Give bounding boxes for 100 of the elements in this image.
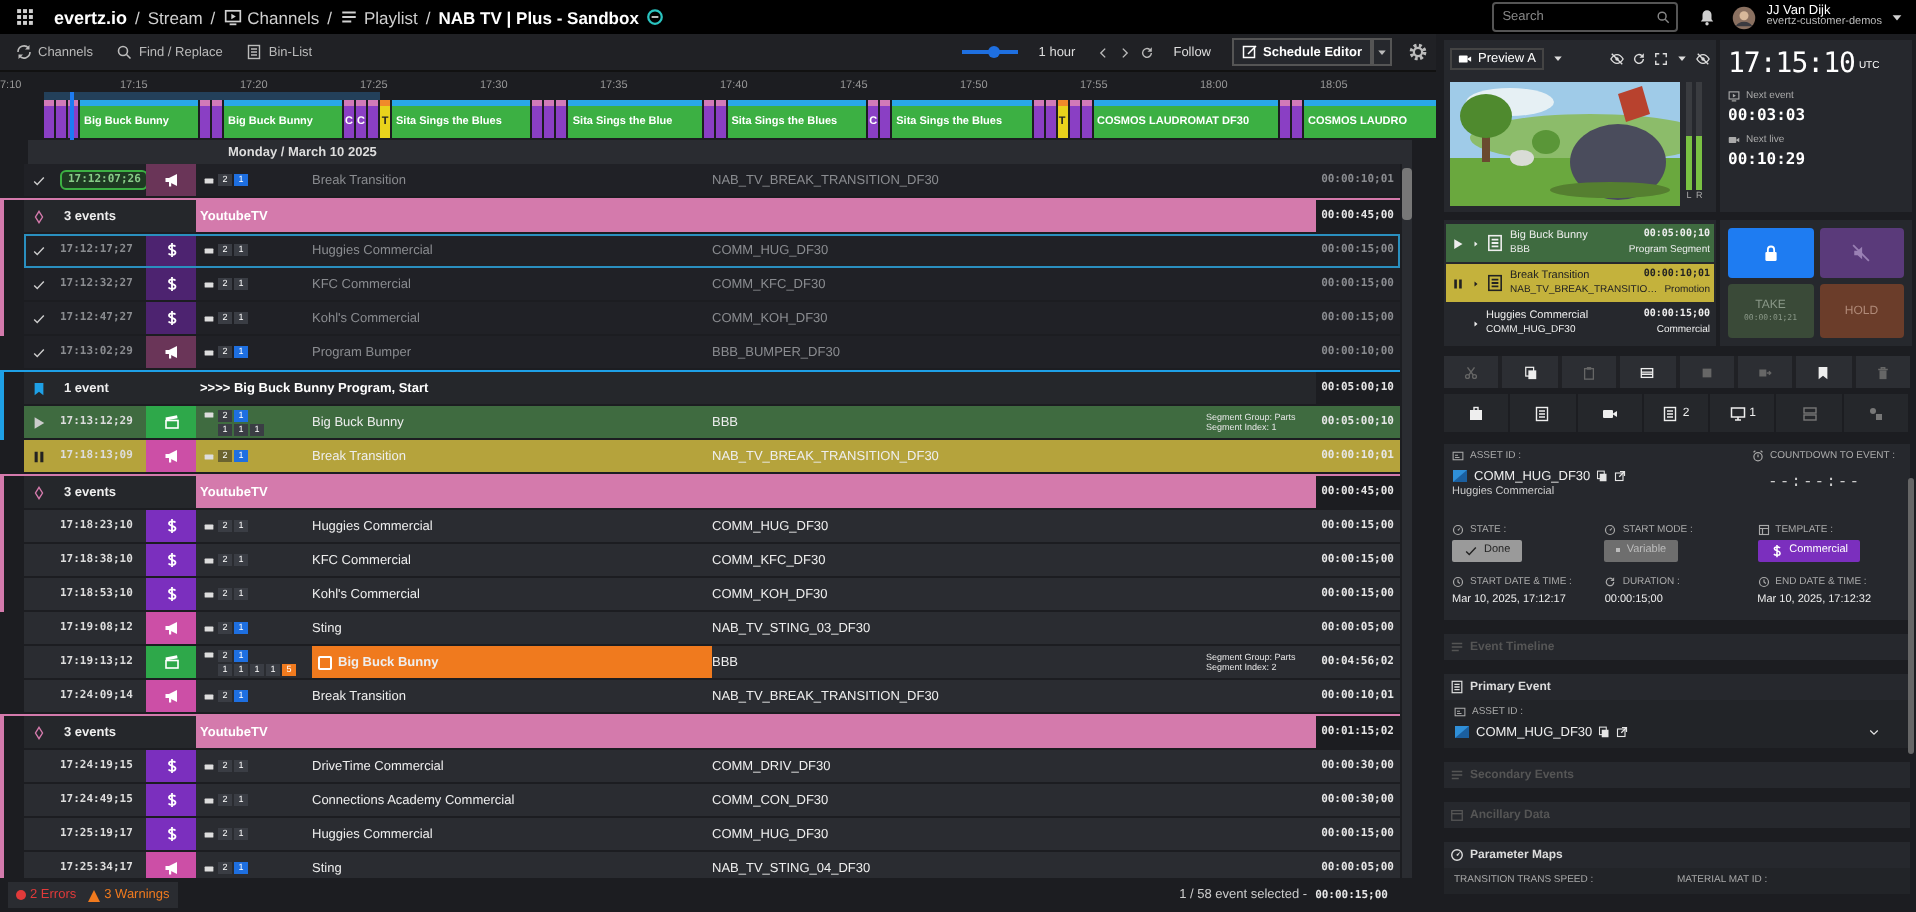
- monitor-icon: [1729, 405, 1746, 421]
- logo[interactable]: evertz.io: [54, 7, 128, 27]
- open-icon[interactable]: [1616, 726, 1629, 738]
- caret-icon[interactable]: [1551, 52, 1564, 64]
- field-icon: [1757, 575, 1770, 588]
- notification-icon[interactable]: [1698, 8, 1717, 26]
- dollar-icon: [163, 518, 179, 534]
- ad-block[interactable]: [1292, 100, 1303, 138]
- zoom-slider[interactable]: [962, 44, 1019, 60]
- breadcrumb-link[interactable]: Playlist: [339, 7, 418, 27]
- refresh-icon[interactable]: [1632, 51, 1646, 65]
- avatar-icon[interactable]: [1732, 5, 1757, 29]
- scissors-icon: [1464, 365, 1479, 379]
- ad-block[interactable]: [880, 100, 891, 138]
- fullscreen-icon[interactable]: [1654, 51, 1668, 65]
- megaphone-icon: [163, 860, 179, 876]
- document-icon: [246, 44, 263, 60]
- open-icon[interactable]: [1614, 470, 1627, 482]
- app-menu-icon[interactable]: [16, 8, 34, 26]
- check-icon: [31, 311, 45, 325]
- timer-icon: [1752, 450, 1764, 462]
- check-icon: [31, 277, 45, 291]
- check-icon: [31, 345, 45, 359]
- tv-icon: [223, 8, 242, 26]
- dollar-icon: [163, 552, 179, 568]
- field-icon: [1452, 575, 1464, 588]
- caption-icon: [202, 521, 216, 531]
- countdown-value: --:--:--: [1768, 472, 1864, 490]
- trash-icon: [1875, 365, 1890, 379]
- dollar-icon: [163, 586, 179, 602]
- scrollbar[interactable]: [1908, 478, 1914, 754]
- playlist-title: NAB TV | Plus - Sandbox: [438, 7, 639, 27]
- countdown-time: 00:03:03: [1728, 106, 1808, 124]
- dropdown-button[interactable]: [1372, 38, 1392, 66]
- caption-icon: [202, 623, 216, 633]
- ad-block[interactable]: [532, 100, 543, 138]
- briefcase-icon: [1468, 405, 1485, 421]
- breadcrumb-separator: /: [210, 7, 216, 27]
- hide-icon[interactable]: [1610, 51, 1624, 65]
- search-icon: [116, 44, 133, 60]
- caption-icon: [202, 795, 216, 805]
- document-icon: [1662, 405, 1679, 421]
- ad-block[interactable]: [556, 100, 567, 138]
- previous-icon[interactable]: [1095, 45, 1110, 59]
- megaphone-icon: [163, 448, 179, 464]
- sync-status-icon: [646, 8, 665, 26]
- scrollbar[interactable]: [1402, 164, 1412, 878]
- field-icon: [1452, 523, 1464, 535]
- check-icon: [1464, 543, 1478, 557]
- caret-icon[interactable]: [1890, 10, 1904, 24]
- tv-icon: [1728, 90, 1740, 102]
- dollar-icon: [1769, 543, 1784, 557]
- ad-block[interactable]: [703, 100, 714, 138]
- breadcrumb-link[interactable]: Channels: [223, 7, 320, 27]
- play-icon: [1452, 237, 1464, 249]
- ad-block[interactable]: [715, 100, 726, 138]
- caption-icon: [202, 451, 216, 461]
- sync-icon: [16, 44, 32, 60]
- next-icon[interactable]: [1117, 45, 1132, 59]
- audio-meter: [1696, 82, 1703, 190]
- caret-icon[interactable]: [1676, 52, 1688, 64]
- hide-icon[interactable]: [1696, 51, 1710, 65]
- list-icon: [339, 8, 358, 26]
- caption-icon: [202, 313, 216, 323]
- section-icon: [1450, 848, 1464, 862]
- breadcrumb-separator: /: [425, 7, 431, 27]
- media-icon: [1452, 468, 1468, 484]
- breadcrumb-separator: /: [327, 7, 332, 27]
- ad-block[interactable]: [1045, 100, 1056, 138]
- dollar-icon: [163, 758, 179, 774]
- list-icon: [1534, 405, 1551, 421]
- ad-block[interactable]: [1081, 100, 1092, 138]
- caret-icon: [1376, 46, 1388, 58]
- megaphone-icon: [163, 172, 179, 188]
- shapes-icon: [1867, 405, 1884, 421]
- ad-block[interactable]: [544, 100, 555, 138]
- field-icon: [1604, 575, 1617, 588]
- megaphone-icon: [163, 688, 179, 704]
- edit-tool-button[interactable]: [1620, 356, 1675, 388]
- megaphone-icon: [163, 344, 179, 360]
- clock-time: 17:15:10: [1728, 48, 1855, 80]
- section-icon: [1450, 768, 1464, 782]
- lock-button[interactable]: [1728, 228, 1813, 278]
- dollar-icon: [163, 242, 179, 258]
- pause-icon: [31, 449, 45, 463]
- settings-icon[interactable]: [1408, 42, 1428, 62]
- section-icon: [1450, 808, 1464, 822]
- refresh-icon[interactable]: [1139, 45, 1154, 59]
- ad-block[interactable]: [1280, 100, 1291, 138]
- ad-block[interactable]: [1069, 100, 1080, 138]
- clipboard-icon: [1581, 365, 1596, 379]
- edit-tool-button[interactable]: [1502, 356, 1558, 388]
- breadcrumb-link[interactable]: Stream: [147, 7, 203, 27]
- warning-icon: [88, 889, 101, 901]
- ad-block[interactable]: [1033, 100, 1044, 138]
- copy-icon[interactable]: [1598, 726, 1611, 738]
- chevron-down-icon[interactable]: [1868, 726, 1880, 738]
- copy-icon[interactable]: [1596, 470, 1609, 482]
- field-icon: [1757, 523, 1770, 535]
- edit-tool-button[interactable]: [1796, 356, 1852, 388]
